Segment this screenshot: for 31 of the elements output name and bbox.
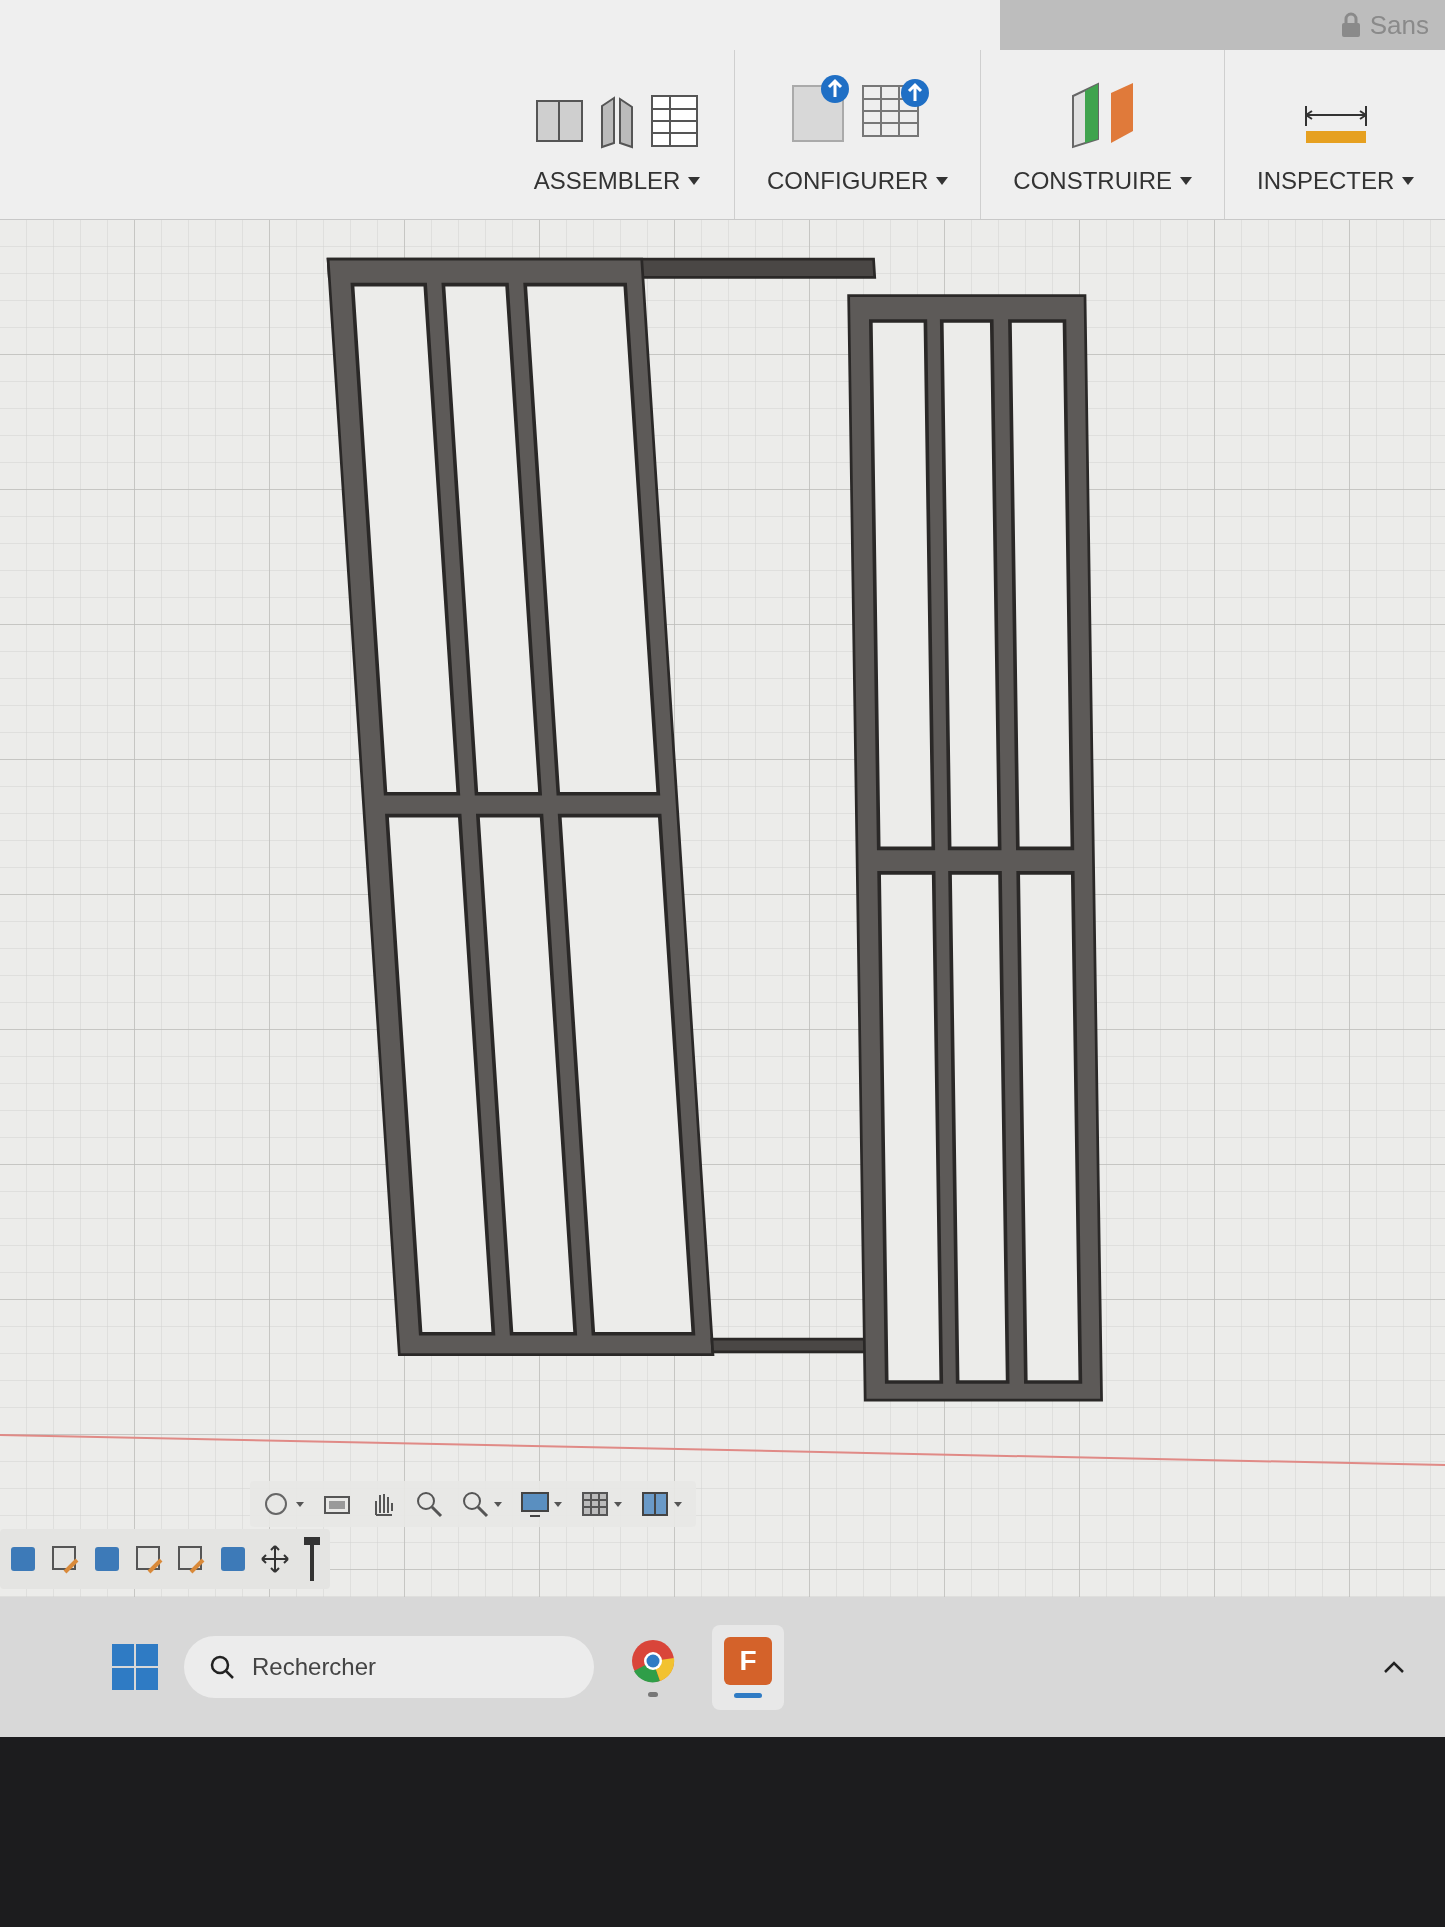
caret-icon <box>688 177 701 185</box>
toolbar-menu-button[interactable]: INSPECTER <box>1257 163 1415 199</box>
move-icon[interactable] <box>260 1544 290 1574</box>
sketch-icon[interactable] <box>134 1544 164 1574</box>
viewports-icon[interactable] <box>640 1489 684 1519</box>
toolbar-menu-button[interactable]: ASSEMBLER <box>533 163 701 199</box>
sketch-icon[interactable] <box>50 1544 80 1574</box>
grid-icon[interactable] <box>580 1489 624 1519</box>
caret-icon <box>1180 177 1192 185</box>
search-icon <box>208 1653 236 1681</box>
component-icon[interactable] <box>218 1544 248 1574</box>
running-indicator <box>734 1692 762 1698</box>
component-icon[interactable] <box>92 1544 122 1574</box>
caret-icon <box>1402 177 1415 185</box>
zoom-window-icon[interactable] <box>460 1489 504 1519</box>
lock-icon <box>1339 12 1362 38</box>
fusion-app-icon: F <box>724 1636 772 1685</box>
zoom-icon[interactable] <box>414 1489 444 1519</box>
caret-icon <box>936 177 949 185</box>
running-indicator <box>648 1691 658 1697</box>
display-icon[interactable] <box>520 1489 564 1519</box>
timeline-marker-icon[interactable] <box>302 1537 322 1581</box>
browser-app-icon <box>630 1637 676 1684</box>
chevron-up-icon[interactable] <box>1383 1660 1405 1674</box>
search-field[interactable]: Rechercher <box>184 1636 594 1698</box>
windows-start-icon[interactable] <box>110 1642 160 1692</box>
component-icon[interactable] <box>8 1544 38 1574</box>
taskbar-app-button[interactable]: F <box>712 1624 784 1710</box>
toolbar-menu-button[interactable]: CONSTRUIRE <box>1013 163 1192 199</box>
toolbar-menu-button[interactable]: CONFIGURER <box>767 163 949 199</box>
sketch-icon[interactable] <box>176 1544 206 1574</box>
